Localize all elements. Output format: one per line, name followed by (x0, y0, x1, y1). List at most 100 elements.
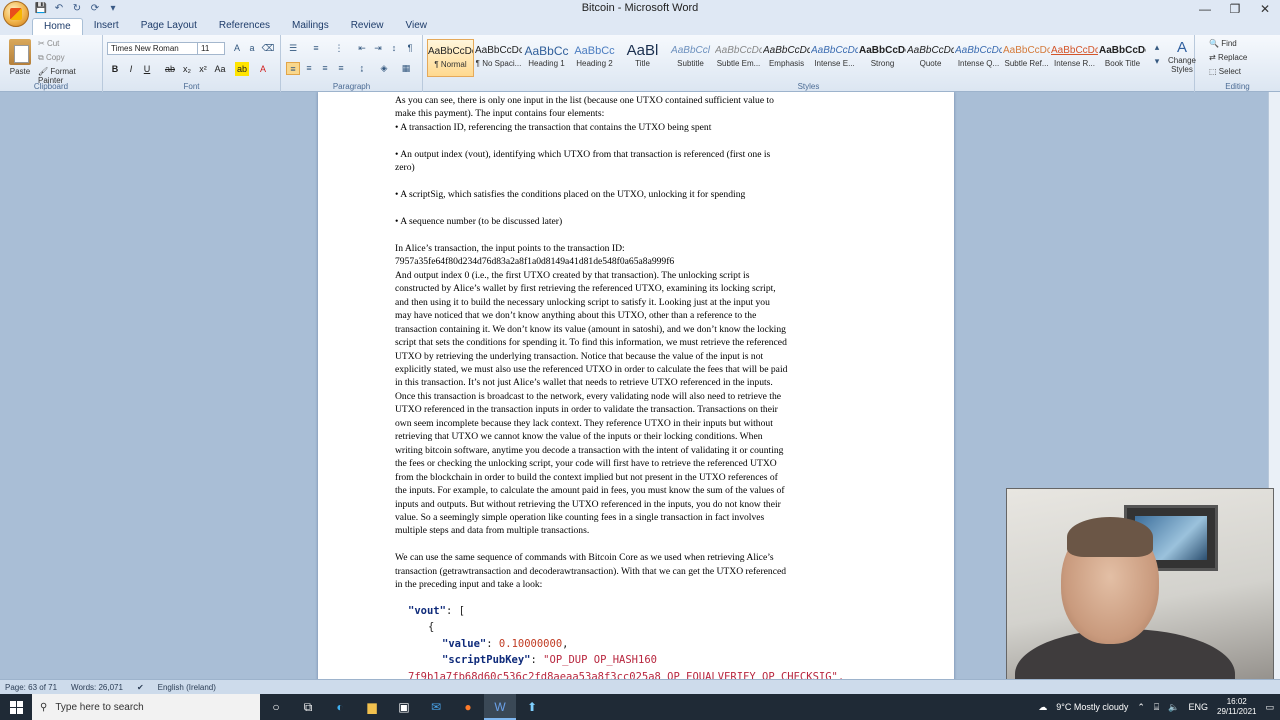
weather[interactable]: 9°C Mostly cloudy (1056, 702, 1128, 712)
style-normal[interactable]: AaBbCcDc ¶ Normal (427, 39, 474, 77)
style-intense-emphasis[interactable]: AaBbCcDc Intense E... (811, 39, 858, 77)
style-subtitle[interactable]: AaBbCcl Subtitle (667, 39, 714, 77)
doc-line[interactable]: • A transaction ID, referencing the tran… (395, 121, 879, 134)
style-title[interactable]: AaBl Title (619, 39, 666, 77)
doc-line[interactable]: • An output index (vout), identifying wh… (395, 148, 879, 161)
justify-icon[interactable]: ≡ (334, 62, 348, 75)
doc-line[interactable]: 7957a35fe64f80d234d76d83a2a8f1a0d8149a41… (395, 255, 879, 268)
doc-line[interactable]: UTXO referenced in the transaction input… (395, 403, 879, 416)
italic-icon[interactable]: I (124, 62, 138, 76)
tab-review[interactable]: Review (340, 18, 395, 35)
tab-page-layout[interactable]: Page Layout (130, 18, 208, 35)
tab-references[interactable]: References (208, 18, 281, 35)
doc-line[interactable]: We can use the same sequence of commands… (395, 551, 879, 564)
doc-line[interactable]: in this transaction. It’s not just Alice… (395, 376, 879, 389)
shrink-font-icon[interactable]: a (245, 42, 259, 55)
find-button[interactable]: 🔍 Find (1209, 39, 1237, 48)
page-count[interactable]: Page: 63 of 71 (5, 683, 57, 692)
cut-button[interactable]: ✂ Cut (38, 39, 59, 48)
show-marks-icon[interactable]: ¶ (403, 42, 417, 55)
doc-line[interactable]: own seem incomplete because they lack co… (395, 417, 879, 430)
change-case-icon[interactable]: Aa (213, 62, 227, 76)
font-name-box[interactable]: Times New Roman (107, 42, 199, 55)
task-view-icon[interactable]: ⧉ (292, 694, 324, 720)
style-subtle-emphasis[interactable]: AaBbCcDc Subtle Em... (715, 39, 762, 77)
blank-line[interactable] (395, 202, 879, 215)
edge-icon[interactable]: ◐ (324, 694, 356, 720)
style-intense-quote[interactable]: AaBbCcDc Intense Q... (955, 39, 1002, 77)
shading-icon[interactable]: ◈ (377, 62, 391, 75)
numbering-icon[interactable]: ≡ (309, 42, 323, 55)
select-button[interactable]: ⬚ Select (1209, 67, 1241, 76)
doc-line[interactable]: constructed by Alice’s wallet by first r… (395, 282, 879, 295)
tab-mailings[interactable]: Mailings (281, 18, 340, 35)
doc-line[interactable]: the fees or checking the unlocking scrip… (395, 457, 879, 470)
align-right-icon[interactable]: ≡ (318, 62, 332, 75)
notifications-icon[interactable]: ▭ (1265, 702, 1274, 713)
doc-line[interactable]: zero) (395, 161, 879, 174)
paste-button[interactable]: Paste (6, 39, 34, 76)
doc-line[interactable]: may have noticed that we don’t know anyt… (395, 309, 879, 322)
style-heading-1[interactable]: AaBbCc Heading 1 (523, 39, 570, 77)
superscript-icon[interactable]: x² (196, 62, 210, 76)
blank-line[interactable] (395, 134, 879, 147)
style-intense-reference[interactable]: AaBbCcDc Intense R... (1051, 39, 1098, 77)
highlight-icon[interactable]: ab (235, 62, 249, 76)
styles-scroll-up-icon[interactable]: ▴ (1150, 41, 1164, 54)
code-block[interactable]: "vout": [{"value": 0.10000000, "scriptPub… (395, 603, 879, 679)
doc-line[interactable]: As you can see, there is only one input … (395, 94, 879, 107)
align-left-icon[interactable]: ≡ (286, 62, 300, 75)
decrease-indent-icon[interactable]: ⇤ (355, 42, 369, 55)
bullets-icon[interactable]: ☰ (286, 42, 300, 55)
replace-button[interactable]: ⇄ Replace (1209, 53, 1247, 62)
doc-line[interactable]: multiple steps and data from multiple tr… (395, 524, 879, 537)
line-spacing-icon[interactable]: ↨ (355, 62, 369, 75)
doc-line[interactable]: script that sets the conditions for spen… (395, 336, 879, 349)
word-count[interactable]: Words: 26,071 (71, 683, 123, 692)
style-no-spacing[interactable]: AaBbCcDc ¶ No Spaci... (475, 39, 522, 77)
styles-scroll-down-icon[interactable]: ▾ (1150, 55, 1164, 68)
font-color-icon[interactable]: A (256, 62, 270, 76)
borders-icon[interactable]: ▦ (399, 62, 413, 75)
document-body[interactable]: As you can see, there is only one input … (395, 94, 879, 679)
office-button[interactable] (3, 1, 29, 27)
copy-button[interactable]: ⧉ Copy (38, 53, 65, 63)
doc-line[interactable]: • A sequence number (to be discussed lat… (395, 215, 879, 228)
blank-line[interactable] (395, 175, 879, 188)
cortana-icon[interactable]: ○ (260, 694, 292, 720)
network-icon[interactable]: ⌸ (1154, 702, 1159, 713)
doc-line[interactable]: transaction containing it. We don’t know… (395, 323, 879, 336)
increase-indent-icon[interactable]: ⇥ (371, 42, 385, 55)
grow-font-icon[interactable]: A (230, 42, 244, 55)
word-taskbar-icon[interactable]: W (484, 694, 516, 720)
tab-home[interactable]: Home (32, 18, 83, 35)
style-quote[interactable]: AaBbCcDc Quote (907, 39, 954, 77)
doc-line[interactable]: make this payment). The input contains f… (395, 107, 879, 120)
blank-line[interactable] (395, 228, 879, 241)
clear-formatting-icon[interactable]: ⌫ (261, 42, 275, 55)
taskbar-search[interactable]: ⚲ Type here to search (32, 694, 260, 720)
recorder-icon[interactable]: ⬆ (516, 694, 548, 720)
store-icon[interactable]: ▣ (388, 694, 420, 720)
doc-line[interactable]: retrieving that UTXO we cannot know the … (395, 430, 879, 443)
restore-button[interactable]: ❐ (1220, 0, 1250, 18)
close-button[interactable]: ✕ (1250, 0, 1280, 18)
doc-line[interactable]: and then using it to build the necessary… (395, 296, 879, 309)
mail-icon[interactable]: ✉ (420, 694, 452, 720)
doc-line[interactable]: transaction (getrawtransaction and decod… (395, 565, 879, 578)
doc-line[interactable]: the inputs. For example, to calculate th… (395, 484, 879, 497)
tray-overflow-icon[interactable]: ⌃ (1137, 702, 1145, 713)
style-strong[interactable]: AaBbCcDc Strong (859, 39, 906, 77)
blank-line[interactable] (395, 538, 879, 551)
file-explorer-icon[interactable]: ▆ (356, 694, 388, 720)
volume-icon[interactable]: 🔈 (1168, 702, 1179, 713)
doc-line[interactable]: Once this transaction is broadcast to th… (395, 390, 879, 403)
lang-indicator[interactable]: ENG (1189, 702, 1209, 712)
doc-line[interactable]: In Alice’s transaction, the input points… (395, 242, 879, 255)
change-styles-button[interactable]: A Change Styles (1167, 39, 1197, 74)
tab-view[interactable]: View (395, 18, 439, 35)
doc-line[interactable]: explicitly stated, we must also use the … (395, 363, 879, 376)
start-button[interactable] (0, 694, 32, 720)
clock[interactable]: 16:02 29/11/2021 (1217, 697, 1256, 717)
doc-line[interactable]: And output index 0 (i.e., the first UTXO… (395, 269, 879, 282)
